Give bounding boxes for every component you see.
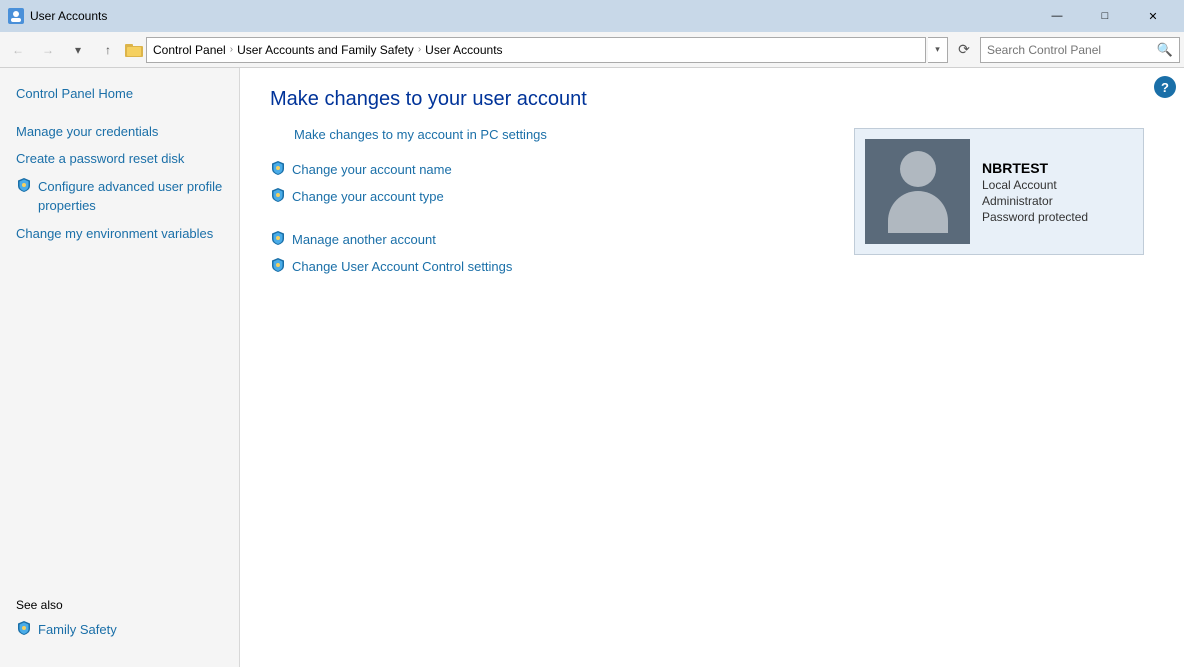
user-detail-password: Password protected: [982, 210, 1088, 224]
avatar-head: [900, 151, 936, 187]
avatar-body: [888, 191, 948, 233]
sidebar-item-control-panel-home[interactable]: Control Panel Home: [0, 80, 239, 108]
window-title: User Accounts: [30, 9, 1034, 23]
up-button[interactable]: ↑: [94, 36, 122, 64]
page-title: Make changes to your user account: [270, 88, 1154, 111]
refresh-button[interactable]: ⟳: [950, 36, 978, 64]
shield-icon-manage-another: [270, 230, 286, 249]
sidebar-item-change-environment[interactable]: Change my environment variables: [0, 220, 239, 248]
shield-icon: [16, 177, 32, 193]
sidebar-item-create-password-reset[interactable]: Create a password reset disk: [0, 145, 239, 173]
shield-icon-change-type: [270, 187, 286, 206]
sidebar-item-family-safety-label: Family Safety: [38, 620, 117, 640]
dropdown-button[interactable]: ▾: [64, 36, 92, 64]
path-control-panel[interactable]: Control Panel: [153, 43, 226, 57]
path-folder-icon: [124, 37, 144, 63]
avatar-figure: [888, 151, 948, 233]
user-avatar: [865, 139, 970, 244]
search-icon[interactable]: 🔍: [1157, 42, 1173, 58]
user-detail-local-account: Local Account: [982, 178, 1088, 192]
path-user-accounts-family[interactable]: User Accounts and Family Safety: [237, 43, 414, 57]
title-bar: User Accounts — □ ✕: [0, 0, 1184, 32]
shield-icon-change-name: [270, 160, 286, 179]
main-layout: Control Panel Home Manage your credentia…: [0, 68, 1184, 667]
app-icon: [8, 8, 24, 24]
close-button[interactable]: ✕: [1130, 0, 1176, 32]
address-bar: ← → ▾ ↑ Control Panel › User Accounts an…: [0, 32, 1184, 68]
sidebar-bottom: See also Family Safety: [0, 582, 239, 656]
forward-button[interactable]: →: [34, 36, 62, 64]
maximize-button[interactable]: □: [1082, 0, 1128, 32]
path-user-accounts[interactable]: User Accounts: [425, 43, 502, 57]
sidebar-item-configure-advanced[interactable]: Configure advanced user profile properti…: [0, 173, 239, 220]
manage-another-label: Manage another account: [292, 232, 436, 247]
change-uac-link[interactable]: Change User Account Control settings: [270, 257, 1154, 276]
sidebar-item-configure-advanced-label: Configure advanced user profile properti…: [38, 177, 223, 216]
sidebar-item-manage-credentials[interactable]: Manage your credentials: [0, 118, 239, 146]
family-safety-icon: [16, 620, 32, 636]
user-info: NBRTEST Local Account Administrator Pass…: [982, 160, 1088, 224]
content-area: ? Make changes to your user account Make…: [240, 68, 1184, 667]
sidebar: Control Panel Home Manage your credentia…: [0, 68, 240, 667]
user-detail-administrator: Administrator: [982, 194, 1088, 208]
address-path: Control Panel › User Accounts and Family…: [146, 37, 926, 63]
help-button[interactable]: ?: [1154, 76, 1176, 98]
address-dropdown[interactable]: ▾: [928, 37, 948, 63]
user-name: NBRTEST: [982, 160, 1088, 176]
change-uac-label: Change User Account Control settings: [292, 259, 512, 274]
sidebar-item-family-safety[interactable]: Family Safety: [0, 616, 239, 644]
minimize-button[interactable]: —: [1034, 0, 1080, 32]
shield-icon-change-uac: [270, 257, 286, 276]
see-also-label: See also: [0, 594, 239, 616]
back-button[interactable]: ←: [4, 36, 32, 64]
change-type-label: Change your account type: [292, 189, 444, 204]
user-card: NBRTEST Local Account Administrator Pass…: [854, 128, 1144, 255]
search-box: 🔍: [980, 37, 1180, 63]
search-input[interactable]: [987, 43, 1157, 57]
change-name-label: Change your account name: [292, 162, 452, 177]
sidebar-top: Control Panel Home Manage your credentia…: [0, 80, 239, 247]
window-controls: — □ ✕: [1034, 0, 1176, 32]
